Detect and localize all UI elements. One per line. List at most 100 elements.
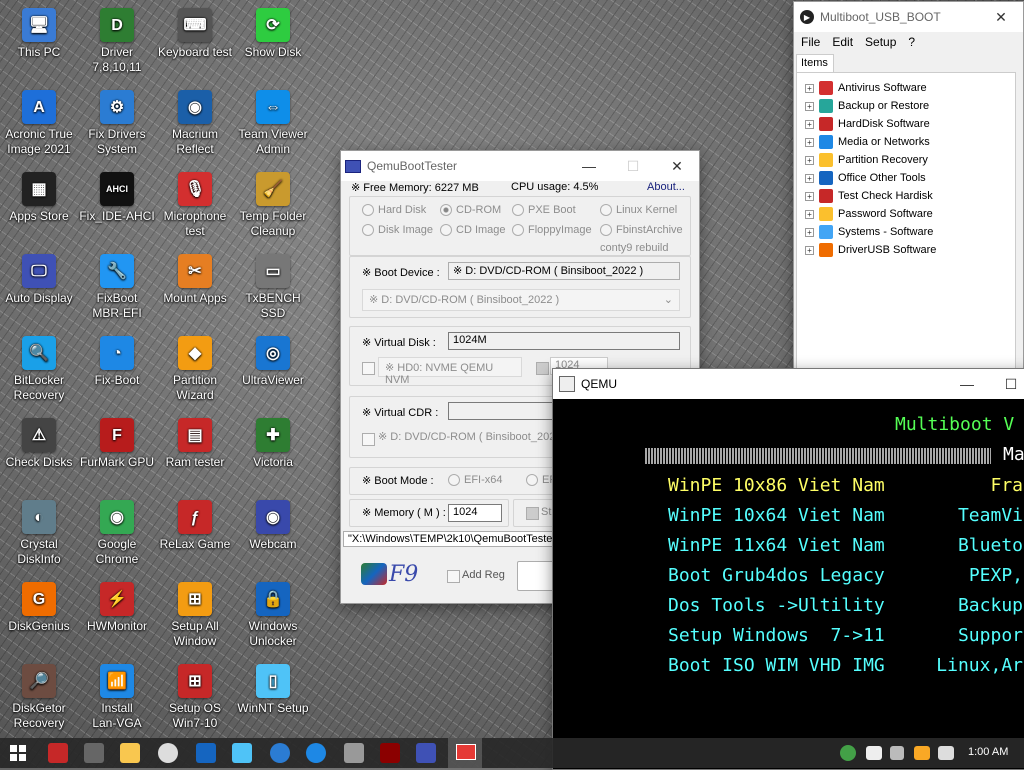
desktop-icon[interactable]: ▤ Ram tester bbox=[156, 418, 234, 470]
add-reg-checkbox[interactable] bbox=[447, 570, 460, 583]
console-menu-item[interactable]: Dos Tools ->Ultility bbox=[668, 595, 885, 616]
memory-field[interactable]: 1024 bbox=[448, 504, 502, 522]
path-field[interactable]: "X:\Windows\TEMP\2k10\QemuBootTester bbox=[343, 531, 555, 547]
radio-efi-x64[interactable]: EFI-x64 bbox=[448, 474, 503, 486]
desktop-icon[interactable]: 🧹 Temp Folder Cleanup bbox=[234, 172, 312, 239]
hd-extra-checkbox[interactable] bbox=[536, 362, 549, 375]
expand-icon[interactable]: + bbox=[805, 245, 814, 255]
expand-icon[interactable]: + bbox=[805, 137, 814, 147]
boot-device-field[interactable]: ※ D: DVD/CD-ROM ( Binsiboot_2022 ) bbox=[448, 262, 680, 280]
desktop-icon[interactable]: A Acronic True Image 2021 bbox=[0, 90, 78, 157]
desktop-icon[interactable]: AHCI Fix_IDE-AHCI bbox=[78, 172, 156, 224]
console-menu-item[interactable]: Boot ISO WIM VHD IMG bbox=[668, 655, 885, 676]
tray-app-icon[interactable] bbox=[914, 746, 930, 760]
maximize-button[interactable]: ☐ bbox=[611, 151, 655, 181]
desktop-icon[interactable]: ⚙ Fix Drivers System bbox=[78, 90, 156, 157]
desktop-icon[interactable]: ▯ WinNT Setup bbox=[234, 664, 312, 716]
desktop-icon[interactable]: D Driver 7,8,10,11 bbox=[78, 8, 156, 75]
console-menu-item-right[interactable]: TeamVi bbox=[958, 505, 1023, 526]
hd0-combo[interactable]: ※ HD0: NVME QEMU NVM bbox=[378, 357, 522, 386]
radio-hard-disk[interactable]: Hard Disk bbox=[362, 204, 426, 216]
about-link[interactable]: About... bbox=[647, 181, 685, 193]
refresh-icon[interactable] bbox=[306, 743, 326, 763]
desktop-icon[interactable]: ◆ Partition Wizard bbox=[156, 336, 234, 403]
tree-item[interactable]: + DriverUSB Software bbox=[805, 241, 936, 259]
expand-icon[interactable]: + bbox=[805, 227, 814, 237]
desktop-icon[interactable]: ▭ TxBENCH SSD bbox=[234, 254, 312, 321]
desktop-icon[interactable]: F FurMark GPU bbox=[78, 418, 156, 470]
expand-icon[interactable]: + bbox=[805, 155, 814, 165]
radio-floppy-image[interactable]: FloppyImage bbox=[512, 224, 592, 236]
desktop-icon[interactable]: G DiskGenius bbox=[0, 582, 78, 634]
close-button[interactable]: ✕ bbox=[655, 151, 699, 181]
console-menu-item[interactable]: WinPE 10x64 Viet Nam bbox=[668, 505, 885, 526]
radio-fbinst-archive[interactable]: FbinstArchive bbox=[600, 224, 683, 236]
desktop-icon[interactable]: ◐ Crystal DiskInfo bbox=[0, 500, 78, 567]
desktop-icon[interactable]: ◉ Google Chrome bbox=[78, 500, 156, 567]
desktop-icon[interactable]: 🔒 Windows Unlocker bbox=[234, 582, 312, 649]
console-menu-item-right[interactable]: Suppor bbox=[958, 625, 1023, 646]
desktop-icon[interactable]: ⇔ Team Viewer Admin bbox=[234, 90, 312, 157]
console-menu-item[interactable]: Setup Windows 7->11 bbox=[668, 625, 885, 646]
console-menu-item[interactable]: WinPE 11x64 Viet Nam bbox=[668, 535, 885, 556]
tree-item[interactable]: + Password Software bbox=[805, 205, 933, 223]
tree-item[interactable]: + HardDisk Software bbox=[805, 115, 930, 133]
radio-disk-image[interactable]: Disk Image bbox=[362, 224, 433, 236]
furmark-icon[interactable] bbox=[380, 743, 400, 763]
desktop-icon[interactable]: ▦ Apps Store bbox=[0, 172, 78, 224]
desktop-icon[interactable]: ◎ UltraViewer bbox=[234, 336, 312, 388]
tree-item[interactable]: + Systems - Software bbox=[805, 223, 933, 241]
tab-items[interactable]: Items bbox=[796, 54, 834, 72]
desktop-icon[interactable]: ◔ Fix-Boot bbox=[78, 336, 156, 388]
console-menu-item-right[interactable]: Backup bbox=[958, 595, 1023, 616]
desktop-icon[interactable]: ✂ Mount Apps bbox=[156, 254, 234, 306]
desktop-icon[interactable]: ƒ ReLax Game bbox=[156, 500, 234, 552]
console-menu-item[interactable]: Boot Grub4dos Legacy bbox=[668, 565, 885, 586]
expand-icon[interactable]: + bbox=[805, 209, 814, 219]
console-menu-item-right[interactable]: PEXP, bbox=[969, 565, 1023, 586]
close-button[interactable]: ✕ bbox=[979, 2, 1023, 32]
boot-device-combo[interactable]: ※ D: DVD/CD-ROM ( Binsiboot_2022 ) ⌄ bbox=[362, 289, 680, 311]
console-menu-item-right[interactable]: Blueto bbox=[958, 535, 1023, 556]
expand-icon[interactable]: + bbox=[805, 101, 814, 111]
clock[interactable]: 1:00 AM bbox=[968, 746, 1008, 758]
volume-muted-icon[interactable] bbox=[938, 746, 954, 760]
minimize-button[interactable]: — bbox=[945, 369, 989, 399]
virtual-disk-checkbox[interactable] bbox=[362, 362, 375, 375]
expand-icon[interactable]: + bbox=[805, 83, 814, 93]
virtual-cdr-checkbox[interactable] bbox=[362, 433, 375, 446]
console-menu-item-right[interactable]: Linux,Ar bbox=[936, 655, 1023, 676]
desktop-icon[interactable]: 📶 Install Lan-VGA bbox=[78, 664, 156, 731]
menu-setup[interactable]: Setup bbox=[865, 35, 896, 49]
desktop-icon[interactable]: 🔎 DiskGetor Recovery bbox=[0, 664, 78, 731]
cleanup-icon[interactable] bbox=[890, 746, 904, 760]
expand-icon[interactable]: + bbox=[805, 173, 814, 183]
desktop-icon[interactable]: ⟳ Show Disk bbox=[234, 8, 312, 60]
desktop-icon[interactable]: ◉ Webcam bbox=[234, 500, 312, 552]
console-menu-item[interactable]: WinPE 10x86 Viet Nam bbox=[668, 475, 885, 496]
maximize-button[interactable]: ☐ bbox=[989, 369, 1024, 399]
tree-item[interactable]: + Media or Networks bbox=[805, 133, 930, 151]
desktop-icon[interactable]: ⊞ Setup All Window bbox=[156, 582, 234, 649]
winnt-icon[interactable] bbox=[232, 743, 252, 763]
desktop-icon[interactable]: ⚠ Check Disks bbox=[0, 418, 78, 470]
desktop-icon[interactable]: 🔧 FixBoot MBR-EFI bbox=[78, 254, 156, 321]
desktop-icon[interactable]: 🔍 BitLocker Recovery bbox=[0, 336, 78, 403]
desktop-icon[interactable]: 🖥 This PC bbox=[0, 8, 78, 60]
windows-unlocker-icon[interactable] bbox=[196, 743, 216, 763]
radio-linux-kernel[interactable]: Linux Kernel bbox=[600, 204, 677, 216]
folder-icon[interactable] bbox=[120, 743, 140, 763]
menu-edit[interactable]: Edit bbox=[832, 35, 853, 49]
desktop-icon[interactable]: ⊞ Setup OS Win7-10 bbox=[156, 664, 234, 731]
menu-file[interactable]: File bbox=[801, 35, 820, 49]
desktop-icon[interactable]: 🎙 Microphone test bbox=[156, 172, 234, 239]
start-icon[interactable] bbox=[10, 745, 26, 761]
tree-item[interactable]: + Test Check Hardisk bbox=[805, 187, 933, 205]
drivers-icon[interactable] bbox=[270, 743, 290, 763]
expand-icon[interactable]: + bbox=[805, 191, 814, 201]
desktop-icon[interactable]: 🖵 Auto Display bbox=[0, 254, 78, 306]
radio-cd-image[interactable]: CD Image bbox=[440, 224, 506, 236]
tray-play-icon[interactable] bbox=[840, 745, 856, 761]
desktop-icon[interactable]: ⚡ HWMonitor bbox=[78, 582, 156, 634]
ram-tester-icon[interactable] bbox=[344, 743, 364, 763]
